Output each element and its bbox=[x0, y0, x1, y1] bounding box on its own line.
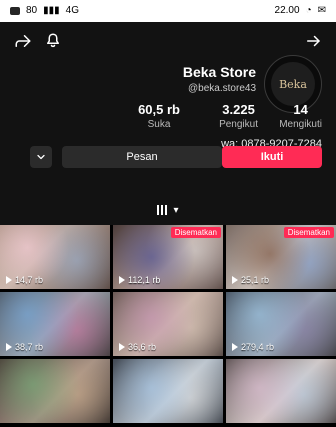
video-grid: 14,7 rb Disematkan 112,1 rb Disematkan 2… bbox=[0, 225, 336, 427]
play-icon bbox=[119, 276, 125, 284]
view-count: 36,6 rb bbox=[119, 342, 156, 352]
notifications-icon: ✉ bbox=[317, 5, 326, 16]
chevron-down-icon bbox=[37, 154, 45, 160]
tab-caret: ▾ bbox=[173, 204, 179, 216]
view-count: 112,1 rb bbox=[119, 275, 160, 285]
view-count-text: 25,1 rb bbox=[241, 275, 270, 285]
profile-actions: Pesan Ikuti bbox=[0, 146, 336, 176]
video-tile[interactable] bbox=[226, 359, 336, 423]
view-count-text: 112,1 rb bbox=[128, 275, 161, 285]
share-icon bbox=[15, 35, 31, 47]
video-tile[interactable]: 38,7 rb bbox=[0, 292, 110, 356]
stat-followers-label: Pengikut bbox=[219, 119, 258, 130]
arrow-left-icon bbox=[307, 35, 320, 47]
profile-header: Beka Beka Store @beka.store43 14 Mengiku… bbox=[0, 22, 336, 225]
view-count-text: 38,7 rb bbox=[15, 342, 44, 352]
stat-likes[interactable]: 60,5 rb Suka bbox=[138, 102, 180, 130]
video-tile[interactable]: Disematkan 112,1 rb bbox=[113, 225, 223, 289]
grid-icon-bar bbox=[165, 205, 168, 215]
stat-likes-value: 60,5 rb bbox=[138, 102, 180, 117]
view-count: 279,4 rb bbox=[232, 342, 274, 352]
profile-handle: @beka.store43 bbox=[188, 83, 256, 94]
wifi-icon: ◔ bbox=[305, 5, 312, 16]
signal-icon: ▮▮▮ bbox=[43, 5, 60, 16]
play-icon bbox=[232, 343, 238, 351]
video-tile[interactable]: Disematkan 25,1 rb bbox=[226, 225, 336, 289]
bell-button[interactable] bbox=[40, 28, 66, 54]
content-tabs: ▾ bbox=[0, 198, 336, 222]
tab-videos[interactable]: ▾ bbox=[154, 202, 182, 218]
back-button[interactable] bbox=[300, 28, 326, 54]
header-actions bbox=[10, 28, 326, 54]
follow-button[interactable]: Ikuti bbox=[222, 146, 322, 168]
pinned-badge: Disematkan bbox=[170, 227, 221, 238]
message-button[interactable]: Pesan bbox=[62, 146, 222, 168]
video-tile[interactable]: 279,4 rb bbox=[226, 292, 336, 356]
video-tile[interactable] bbox=[0, 359, 110, 423]
profile-stats: 14 Mengikuti 3.225 Pengikut 60,5 rb Suka bbox=[0, 102, 336, 142]
video-tile[interactable]: 14,7 rb bbox=[0, 225, 110, 289]
play-icon bbox=[6, 276, 12, 284]
view-count: 38,7 rb bbox=[6, 342, 43, 352]
view-count: 25,1 rb bbox=[232, 275, 269, 285]
bell-icon bbox=[47, 33, 59, 48]
phone-screen: 80 ▮▮▮ 4G 22.00 ◔ ✉ Beka Beka Store @bek… bbox=[0, 0, 336, 427]
share-button[interactable] bbox=[10, 28, 36, 54]
stat-following[interactable]: 14 Mengikuti bbox=[279, 102, 322, 130]
video-thumbnail bbox=[0, 359, 110, 423]
pinned-badge: Disematkan bbox=[283, 227, 334, 238]
video-thumbnail bbox=[113, 359, 223, 423]
status-time: 22.00 bbox=[274, 5, 300, 16]
profile-name: Beka Store bbox=[182, 64, 256, 80]
view-count-text: 36,6 rb bbox=[128, 342, 157, 352]
stat-followers-value: 3.225 bbox=[222, 102, 255, 117]
more-dropdown-button[interactable] bbox=[30, 146, 52, 168]
status-bar: 80 ▮▮▮ 4G 22.00 ◔ ✉ bbox=[0, 0, 336, 22]
avatar-logo: Beka bbox=[271, 62, 315, 106]
grid-icon-bar bbox=[161, 205, 164, 215]
play-icon bbox=[232, 276, 238, 284]
stat-following-value: 14 bbox=[293, 102, 308, 117]
view-count-text: 279,4 rb bbox=[241, 342, 275, 352]
view-count: 14,7 rb bbox=[6, 275, 43, 285]
status-left: 80 ▮▮▮ 4G bbox=[10, 5, 79, 16]
battery-level: 80 bbox=[26, 5, 38, 16]
video-thumbnail bbox=[226, 359, 336, 423]
battery-icon bbox=[10, 6, 20, 15]
play-icon bbox=[6, 343, 12, 351]
video-tile[interactable] bbox=[113, 359, 223, 423]
avatar-logo-text: Beka bbox=[279, 77, 307, 91]
stat-likes-label: Suka bbox=[147, 119, 171, 130]
view-count-text: 14,7 rb bbox=[15, 275, 44, 285]
play-icon bbox=[119, 343, 125, 351]
network-type: 4G bbox=[65, 5, 79, 16]
video-tile[interactable]: 36,6 rb bbox=[113, 292, 223, 356]
status-right: 22.00 ◔ ✉ bbox=[275, 5, 326, 16]
stat-followers[interactable]: 3.225 Pengikut bbox=[219, 102, 258, 130]
grid-icon-bar bbox=[157, 205, 160, 215]
stat-following-label: Mengikuti bbox=[279, 119, 322, 130]
